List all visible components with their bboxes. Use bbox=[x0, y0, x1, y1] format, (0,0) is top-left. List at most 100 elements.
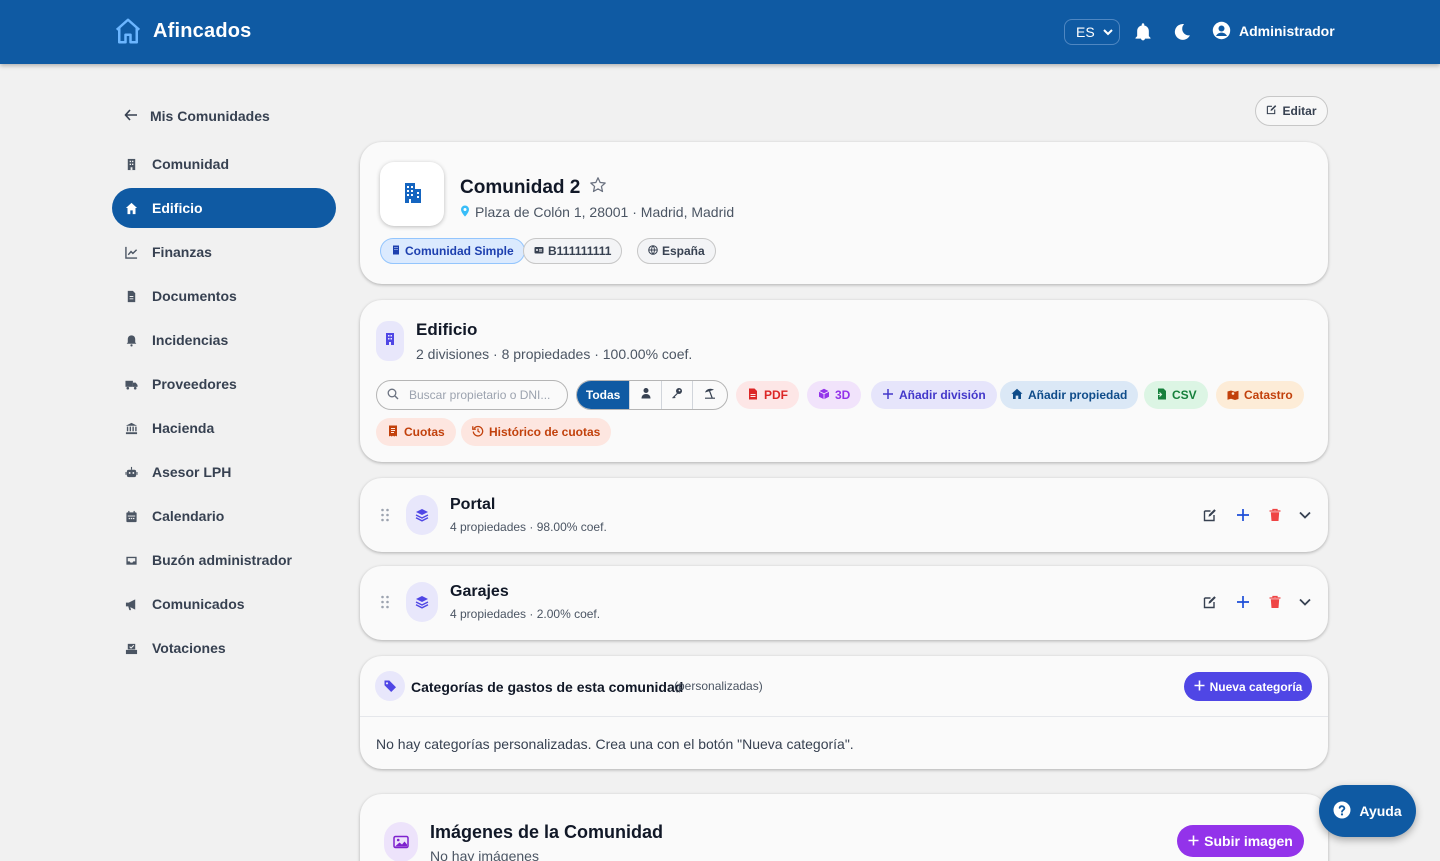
division-card-garajes[interactable]: Garajes 4 propiedades · 2.00% coef. bbox=[360, 566, 1328, 640]
sidebar-item-proveedores[interactable]: Proveedores bbox=[112, 364, 336, 404]
bank-icon bbox=[125, 422, 138, 435]
chevron-down-icon[interactable] bbox=[1296, 506, 1314, 524]
plus-icon bbox=[882, 388, 894, 403]
edit-community-button[interactable]: Editar bbox=[1255, 96, 1328, 126]
building-section-icon bbox=[376, 321, 404, 361]
chip-label: Comunidad Simple bbox=[405, 244, 514, 258]
layers-icon bbox=[406, 582, 438, 622]
home-icon bbox=[125, 202, 138, 215]
plus-icon bbox=[1188, 833, 1199, 849]
categories-empty-message: No hay categorías personalizadas. Crea u… bbox=[376, 736, 854, 752]
action-label: CSV bbox=[1172, 388, 1197, 402]
community-images-card: Imágenes de la Comunidad No hay imágenes… bbox=[360, 794, 1328, 861]
back-to-communities-link[interactable]: Mis Comunidades bbox=[124, 100, 270, 132]
division-card-portal[interactable]: Portal 4 propiedades · 98.00% coef. bbox=[360, 478, 1328, 552]
sidebar-item-label: Incidencias bbox=[152, 332, 229, 348]
favorite-star-icon[interactable] bbox=[589, 176, 607, 200]
ballot-box-icon bbox=[125, 642, 138, 655]
community-type-chip: Comunidad Simple bbox=[380, 238, 525, 264]
filter-tenant[interactable] bbox=[662, 381, 694, 409]
user-menu[interactable]: Administrador bbox=[1212, 21, 1335, 40]
home-plus-icon bbox=[1011, 388, 1023, 403]
building-summary: 2 divisiones · 8 propiedades · 100.00% c… bbox=[416, 346, 693, 362]
sidebar-item-edificio[interactable]: Edificio bbox=[112, 188, 336, 228]
sidebar-item-documentos[interactable]: Documentos bbox=[112, 276, 336, 316]
action-label: Histórico de cuotas bbox=[489, 425, 601, 439]
search-placeholder: Buscar propietario o DNI... bbox=[409, 388, 551, 402]
action-label: Añadir división bbox=[899, 388, 986, 402]
address-text: Plaza de Colón 1, 28001 · Madrid, Madrid bbox=[475, 204, 735, 220]
sidebar-item-finanzas[interactable]: Finanzas bbox=[112, 232, 336, 272]
file-import-icon bbox=[1155, 388, 1167, 403]
owner-search-input[interactable]: Buscar propietario o DNI... bbox=[376, 380, 568, 410]
help-label: Ayuda bbox=[1359, 803, 1402, 819]
person-icon bbox=[640, 386, 652, 404]
city-buildings-icon bbox=[399, 179, 425, 210]
app-name: Afincados bbox=[153, 19, 252, 42]
action-label: Añadir propiedad bbox=[1028, 388, 1128, 402]
categories-title: Categorías de gastos de esta comunidad bbox=[411, 679, 684, 695]
sidebar-item-votaciones[interactable]: Votaciones bbox=[112, 628, 336, 668]
chevron-down-icon bbox=[1102, 24, 1113, 40]
import-csv-button[interactable]: CSV bbox=[1144, 381, 1208, 409]
edit-icon[interactable] bbox=[1201, 506, 1219, 524]
add-division-button[interactable]: Añadir división bbox=[871, 381, 997, 409]
catastro-button[interactable]: Catastro bbox=[1216, 381, 1304, 409]
sidebar-item-asesor-lph[interactable]: Asesor LPH bbox=[112, 452, 336, 492]
filter-all[interactable]: Todas bbox=[577, 381, 631, 409]
megaphone-icon bbox=[125, 598, 138, 611]
dark-mode-moon-icon[interactable] bbox=[1172, 22, 1192, 42]
chevron-down-icon[interactable] bbox=[1296, 593, 1314, 611]
building-icon bbox=[391, 244, 401, 258]
sidebar-item-label: Hacienda bbox=[152, 420, 215, 436]
community-name: Comunidad 2 bbox=[460, 177, 581, 198]
umbrella-beach-icon bbox=[704, 386, 716, 404]
sidebar-item-buzon-administrador[interactable]: Buzón administrador bbox=[112, 540, 336, 580]
top-app-bar: Afincados ES Administrador bbox=[0, 0, 1440, 64]
add-property-plus-icon[interactable] bbox=[1234, 593, 1252, 611]
truck-icon bbox=[125, 378, 138, 391]
community-title: Comunidad 2 bbox=[460, 176, 607, 200]
home-outline-icon bbox=[113, 16, 143, 46]
help-button[interactable]: Ayuda bbox=[1319, 785, 1416, 837]
quotas-button[interactable]: Cuotas bbox=[376, 418, 456, 446]
drag-handle-icon[interactable] bbox=[380, 595, 390, 609]
button-label: Nueva categoría bbox=[1209, 679, 1303, 694]
filter-vacation[interactable] bbox=[693, 381, 727, 409]
sidebar-item-incidencias[interactable]: Incidencias bbox=[112, 320, 336, 360]
sidebar-item-hacienda[interactable]: Hacienda bbox=[112, 408, 336, 448]
expense-categories-card: Categorías de gastos de esta comunidad (… bbox=[360, 656, 1328, 769]
cube-icon bbox=[818, 388, 830, 403]
export-pdf-button[interactable]: PDF bbox=[736, 381, 799, 409]
view-3d-button[interactable]: 3D bbox=[807, 381, 862, 409]
sidebar-item-label: Finanzas bbox=[152, 244, 212, 260]
sidebar-item-calendario[interactable]: Calendario bbox=[112, 496, 336, 536]
document-icon bbox=[125, 290, 138, 303]
sidebar-item-comunidad[interactable]: Comunidad bbox=[112, 144, 336, 184]
edit-icon[interactable] bbox=[1201, 593, 1219, 611]
property-filter-group: Todas bbox=[576, 380, 728, 410]
action-label: Cuotas bbox=[404, 425, 445, 439]
division-summary: 4 propiedades · 98.00% coef. bbox=[450, 520, 607, 534]
delete-trash-icon[interactable] bbox=[1266, 506, 1284, 524]
divider bbox=[360, 716, 1328, 717]
add-property-button[interactable]: Añadir propiedad bbox=[1000, 381, 1139, 409]
notifications-bell-icon[interactable] bbox=[1133, 22, 1153, 42]
key-icon bbox=[671, 386, 683, 404]
new-category-button[interactable]: Nueva categoría bbox=[1184, 672, 1312, 701]
add-property-plus-icon[interactable] bbox=[1234, 506, 1252, 524]
delete-trash-icon[interactable] bbox=[1266, 593, 1284, 611]
sidebar-item-comunicados[interactable]: Comunicados bbox=[112, 584, 336, 624]
drag-handle-icon[interactable] bbox=[380, 508, 390, 522]
brand[interactable]: Afincados bbox=[113, 16, 251, 46]
question-circle-icon bbox=[1333, 801, 1351, 822]
categories-note: (personalizadas) bbox=[674, 679, 763, 693]
action-label: PDF bbox=[764, 388, 788, 402]
images-title: Imágenes de la Comunidad bbox=[430, 822, 664, 842]
upload-image-button[interactable]: Subir imagen bbox=[1177, 825, 1304, 857]
quota-history-button[interactable]: Histórico de cuotas bbox=[461, 418, 612, 446]
building-icon bbox=[383, 332, 397, 351]
language-select[interactable]: ES bbox=[1064, 19, 1120, 45]
filter-owner[interactable] bbox=[630, 381, 662, 409]
sidebar-item-label: Votaciones bbox=[152, 640, 226, 656]
